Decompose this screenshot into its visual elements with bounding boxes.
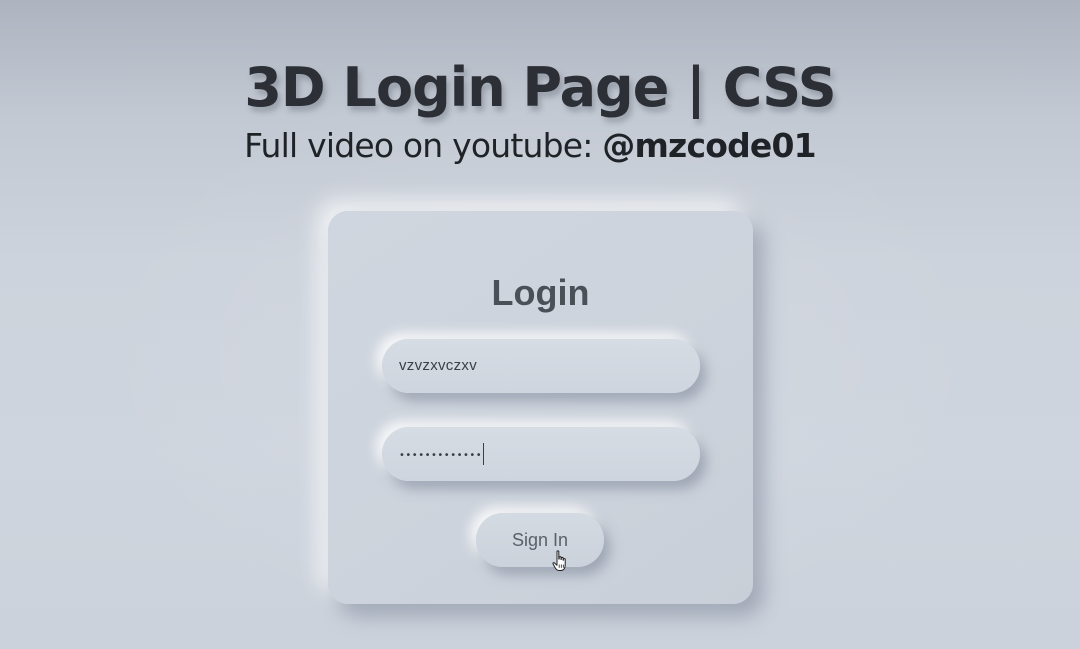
subtitle-text: Full video on youtube: — [244, 126, 603, 165]
youtube-handle: @mzcode01 — [602, 126, 816, 165]
page-subtitle: Full video on youtube: @mzcode01 — [0, 124, 1060, 168]
username-value: vzvzxvczxv — [399, 357, 477, 374]
password-text: ••••••••••••• — [399, 427, 485, 481]
hand-pointer-icon — [552, 550, 566, 571]
login-card: Login vzvzxvczxv ••••••••••••• Sign In — [328, 211, 753, 604]
page-title: 3D Login Page | CSS — [244, 56, 836, 119]
login-title: Login — [491, 272, 590, 313]
text-caret — [483, 443, 485, 466]
sign-in-button[interactable]: Sign In — [476, 513, 604, 567]
password-field[interactable]: ••••••••••••• — [382, 427, 700, 481]
password-value: ••••••••••••• — [399, 450, 483, 461]
username-field[interactable]: vzvzxvczxv — [382, 339, 700, 393]
